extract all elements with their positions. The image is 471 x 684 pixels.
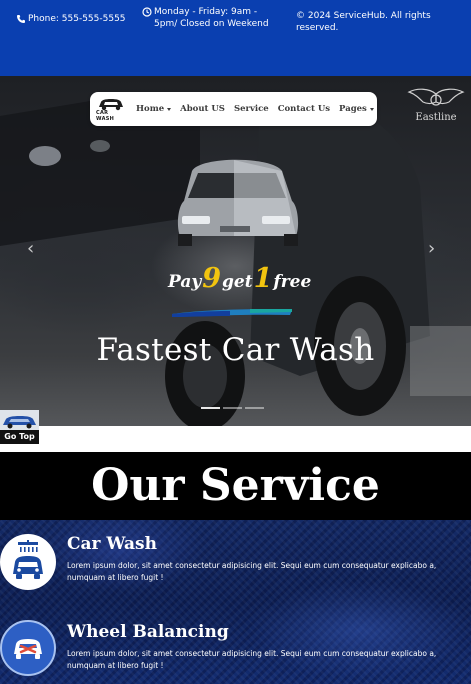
carousel-next-arrow-icon[interactable]: › — [428, 240, 435, 258]
copyright: © 2024 ServiceHub. All rights reserved. — [296, 10, 471, 34]
carousel-indicator-2[interactable] — [223, 407, 242, 409]
logo-text: CAR WASH — [96, 109, 115, 122]
nav-pages-label: Pages — [339, 104, 367, 114]
carousel-indicators — [201, 407, 267, 409]
brand-logo[interactable]: CAR WASH — [96, 95, 126, 123]
nav-home-label: Home — [136, 104, 165, 114]
eastline-watermark: Eastline — [406, 86, 466, 132]
services-header: Our Service — [0, 452, 471, 520]
promo-offer: Pay 9 get 1 free — [168, 263, 312, 303]
go-top-label: Go Top — [0, 430, 39, 444]
promo-one: 1 — [253, 263, 273, 294]
top-info-bar: Phone: 555-555-5555 Monday - Friday: 9am… — [0, 0, 471, 76]
nav-contact-us[interactable]: Contact Us — [278, 104, 330, 114]
services-section: Car Wash Lorem ipsum dolor, sit amet con… — [0, 520, 471, 684]
carousel-prev-arrow-icon[interactable]: ‹ — [27, 240, 34, 258]
hero-carousel: CAR WASH Home About US Service Contact U… — [0, 76, 471, 426]
service-desc-wheel-balancing: Lorem ipsum dolor, sit amet consectetur … — [67, 649, 437, 670]
promo-brush-stroke — [172, 309, 292, 317]
service-desc-car-wash: Lorem ipsum dolor, sit amet consectetur … — [67, 561, 437, 582]
copyright-text: © 2024 ServiceHub. All rights reserved. — [296, 11, 431, 33]
phone-info: Phone: 555-555-5555 — [16, 13, 126, 25]
promo-pay: Pay — [168, 272, 202, 292]
nav-service[interactable]: Service — [234, 104, 269, 114]
promo-nine: 9 — [202, 263, 222, 294]
hero-car-image — [0, 94, 471, 426]
car-wash-icon — [0, 534, 56, 590]
go-top-button[interactable]: Go Top — [0, 410, 39, 446]
nav-service-label: Service — [233, 104, 269, 114]
promo-get: get — [222, 272, 253, 292]
chevron-down-icon — [167, 107, 172, 111]
service-title-car-wash: Car Wash — [67, 534, 157, 554]
clock-icon — [142, 7, 152, 17]
car-logo-icon — [99, 98, 123, 110]
phone-icon — [17, 15, 25, 23]
service-title-wheel-balancing: Wheel Balancing — [67, 622, 229, 642]
phone-text: Phone: 555-555-5555 — [28, 14, 126, 24]
car-thumbnail-icon — [0, 410, 39, 430]
hours-text: Monday - Friday: 9am - 5pm/ Closed on We… — [154, 7, 269, 29]
hours-info: Monday - Friday: 9am - 5pm/ Closed on We… — [142, 6, 282, 30]
main-navbar: CAR WASH Home About US Service Contact U… — [90, 92, 377, 126]
chevron-down-icon — [369, 107, 374, 111]
nav-about-label: About US — [180, 104, 225, 114]
hero-title: Fastest Car Wash — [96, 332, 375, 368]
promo-free: free — [273, 272, 312, 292]
nav-pages[interactable]: Pages — [339, 104, 374, 114]
nav-home[interactable]: Home — [136, 104, 172, 114]
nav-about-us[interactable]: About US — [180, 104, 225, 114]
services-heading: Our Service — [91, 460, 380, 511]
carousel-indicator-3[interactable] — [245, 407, 264, 409]
wheel-balancing-icon — [0, 620, 56, 676]
watermark-text: Eastline — [415, 112, 457, 123]
carousel-indicator-1[interactable] — [201, 407, 220, 409]
nav-contact-label: Contact Us — [277, 104, 331, 114]
